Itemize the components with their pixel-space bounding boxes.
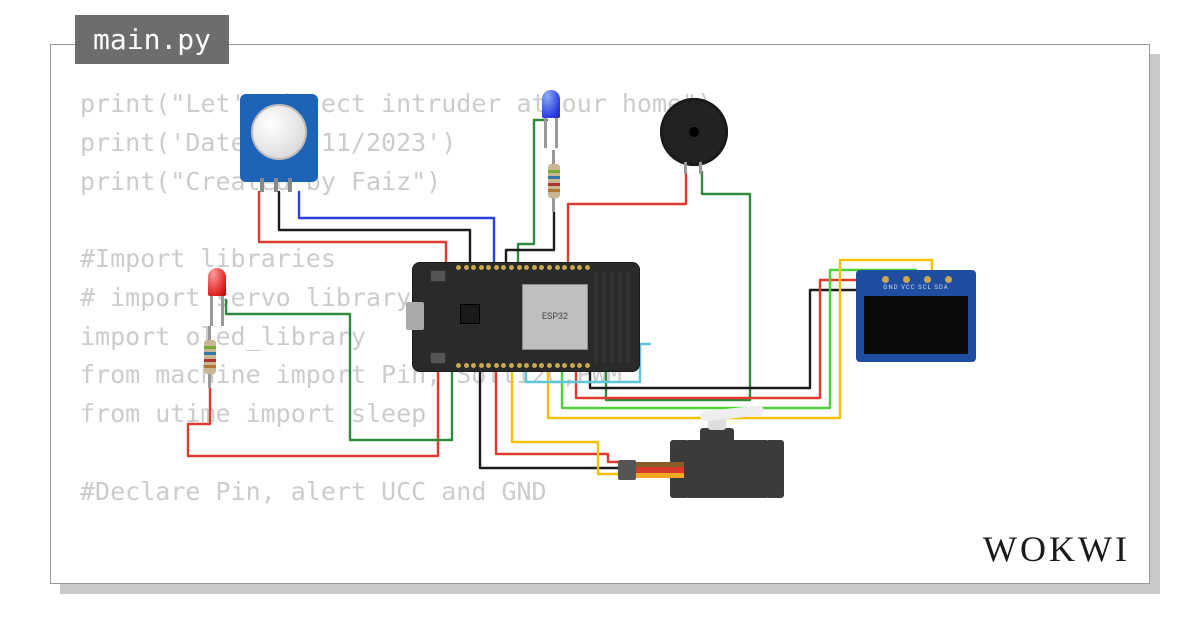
esp-button-en[interactable] bbox=[430, 270, 446, 282]
esp32-antenna-icon bbox=[594, 272, 634, 362]
led-legs bbox=[544, 118, 558, 148]
led-bulb-icon bbox=[208, 268, 226, 296]
led-bulb-icon bbox=[542, 90, 560, 118]
buzzer-pins bbox=[684, 162, 702, 174]
servo-cable bbox=[634, 462, 684, 478]
resistor-red-led[interactable] bbox=[204, 340, 216, 374]
led-legs bbox=[210, 296, 224, 326]
esp32-shield: ESP32 bbox=[522, 284, 588, 350]
usb-port-icon bbox=[406, 302, 424, 330]
oled-screen bbox=[864, 296, 968, 354]
led-blue[interactable] bbox=[542, 90, 560, 118]
servo-body bbox=[684, 440, 770, 498]
pir-motion-sensor[interactable] bbox=[240, 94, 318, 182]
file-tab-label: main.py bbox=[93, 23, 211, 56]
resistor-body bbox=[204, 340, 216, 374]
esp32-board: ESP32 bbox=[412, 262, 640, 372]
file-tab[interactable]: main.py bbox=[75, 15, 229, 64]
pir-dome-icon bbox=[251, 104, 307, 160]
esp32-pins-bottom bbox=[456, 363, 590, 369]
esp32-pins-top bbox=[456, 265, 590, 271]
esp-button-boot[interactable] bbox=[430, 352, 446, 364]
resistor-body bbox=[548, 164, 560, 198]
pir-pins bbox=[260, 178, 292, 192]
servo-mount-right bbox=[768, 440, 784, 498]
buzzer[interactable] bbox=[660, 98, 728, 166]
circuit-canvas[interactable]: ESP32 GND VCC SCL SDA bbox=[50, 44, 1150, 584]
servo-connector bbox=[618, 460, 636, 480]
esp-smd-chip bbox=[460, 304, 480, 324]
oled-pin-labels: GND VCC SCL SDA bbox=[856, 284, 976, 291]
sg90-servo[interactable] bbox=[684, 440, 770, 498]
wokwi-logo: WOKWI bbox=[983, 528, 1130, 570]
oled-header-pins bbox=[882, 276, 952, 283]
pir-body bbox=[240, 94, 318, 182]
ssd1306-oled[interactable]: GND VCC SCL SDA bbox=[856, 270, 976, 362]
esp32-chip-label: ESP32 bbox=[542, 312, 568, 322]
wokwi-logo-text: WOKWI bbox=[983, 529, 1130, 569]
esp32-devkit[interactable]: ESP32 bbox=[412, 262, 640, 372]
oled-board: GND VCC SCL SDA bbox=[856, 270, 976, 362]
resistor-blue-led[interactable] bbox=[548, 164, 560, 198]
buzzer-body-icon bbox=[660, 98, 728, 166]
servo-gearbox bbox=[700, 428, 734, 442]
servo-horn-icon bbox=[700, 405, 765, 422]
led-red[interactable] bbox=[208, 268, 226, 296]
